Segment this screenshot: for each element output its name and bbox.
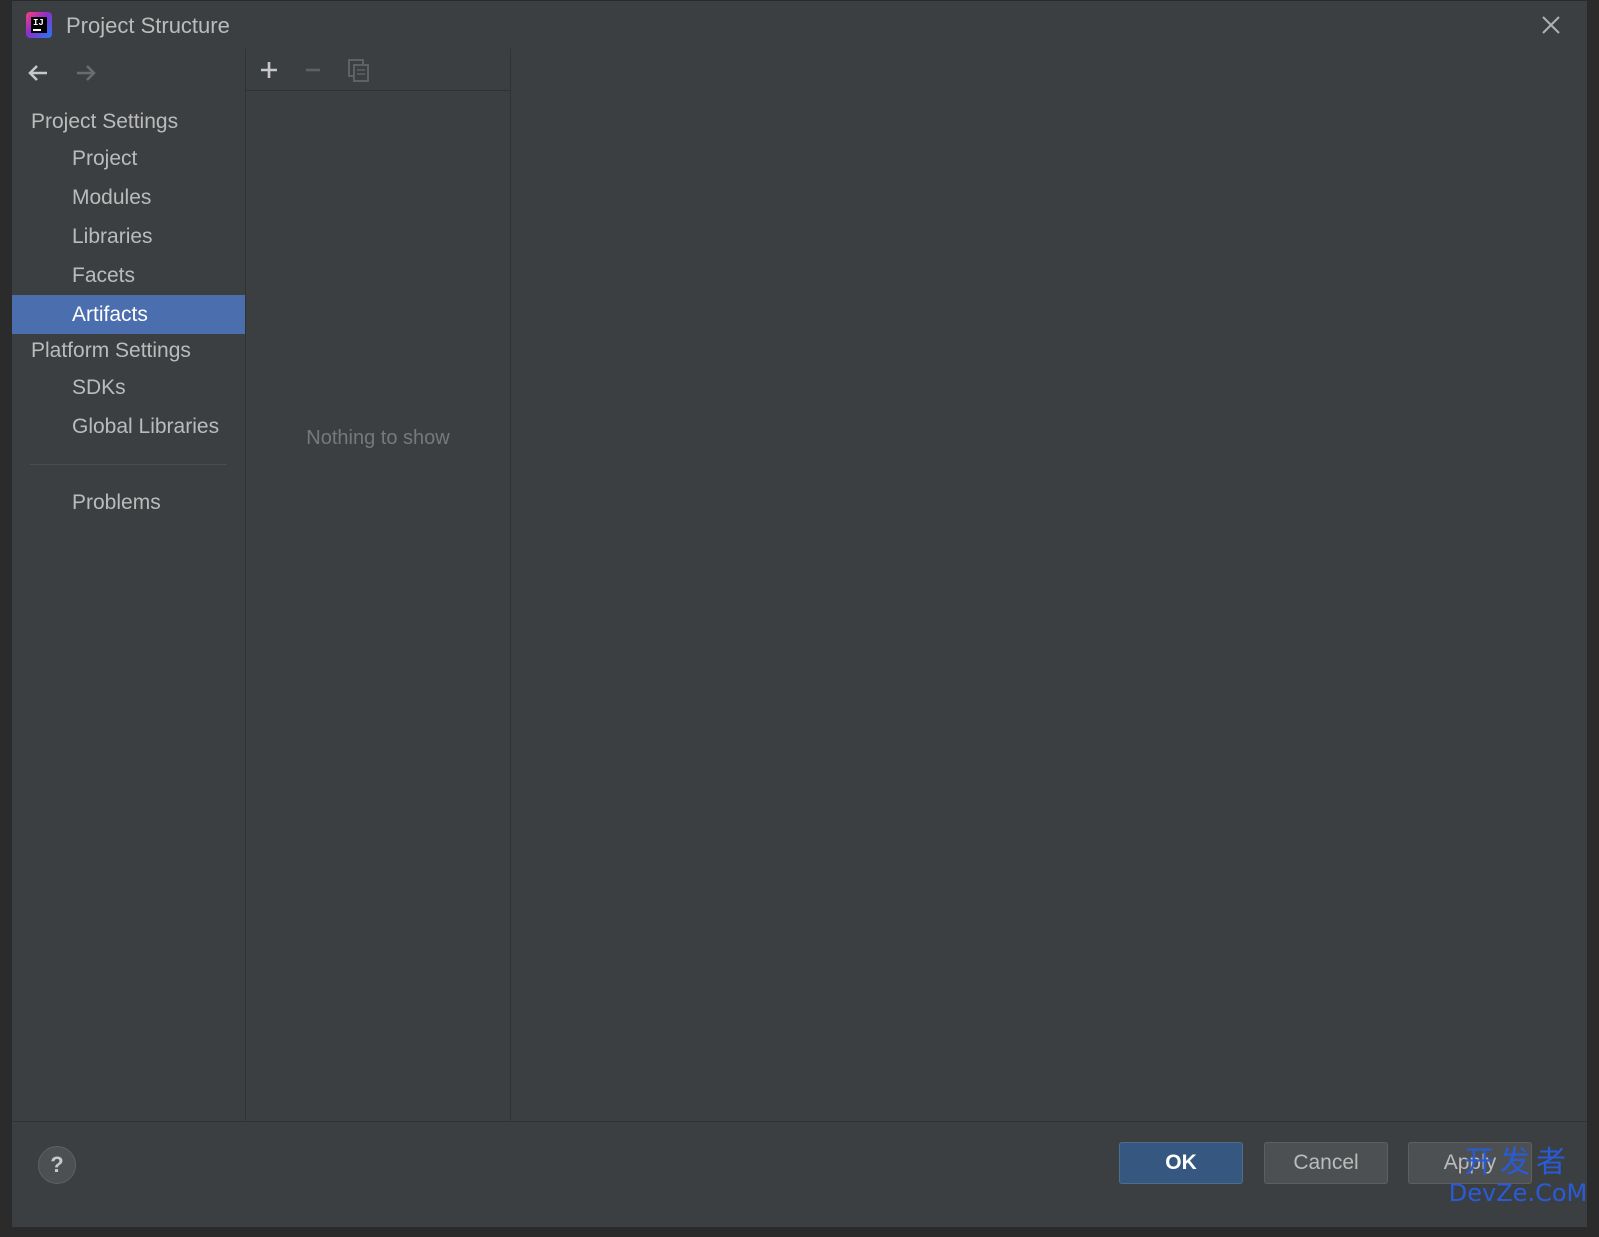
copy-icon[interactable] [343,55,373,85]
forward-arrow-icon[interactable] [72,59,100,87]
title-bar: IJ Project Structure [12,1,1587,49]
help-icon[interactable]: ? [38,1146,76,1184]
details-panel [511,49,1577,1145]
watermark-line-1: 开发者 [1464,1145,1572,1180]
artifacts-list-panel: Nothing to show [246,49,511,1145]
sidebar-item-libraries[interactable]: Libraries [12,217,245,256]
sidebar: Project Settings Project Modules Librari… [12,49,246,1145]
close-icon[interactable] [1537,11,1565,39]
watermark-line-2: DevZe.CoM [1448,1179,1588,1207]
empty-list-text: Nothing to show [306,427,450,449]
sidebar-item-sdks[interactable]: SDKs [12,368,245,407]
sidebar-item-modules[interactable]: Modules [12,178,245,217]
add-icon[interactable] [254,55,284,85]
sidebar-item-artifacts[interactable]: Artifacts [12,295,245,334]
back-arrow-icon[interactable] [24,59,52,87]
watermark-logo: 开发者 DevZe.CoM [1443,1146,1593,1208]
window-title: Project Structure [66,13,230,38]
section-project-settings: Project Settings [31,110,179,133]
ok-button[interactable]: OK [1119,1142,1243,1184]
nav-arrows [24,59,116,89]
remove-icon[interactable] [298,55,328,85]
section-platform-settings: Platform Settings [31,339,191,362]
sidebar-item-global-libraries[interactable]: Global Libraries [12,407,245,446]
project-structure-dialog: IJ Project Structure Project Settings Pr… [11,0,1588,1227]
sidebar-item-project[interactable]: Project [12,139,245,178]
sidebar-divider [30,464,227,465]
app-icon: IJ [26,12,52,38]
list-toolbar [246,49,510,91]
dialog-footer: ? OK Cancel Apply [12,1121,1587,1227]
sidebar-item-problems[interactable]: Problems [12,483,245,522]
settings-tree: Project Settings Project Modules Librari… [12,105,245,522]
cancel-button[interactable]: Cancel [1264,1142,1388,1184]
sidebar-item-facets[interactable]: Facets [12,256,245,295]
